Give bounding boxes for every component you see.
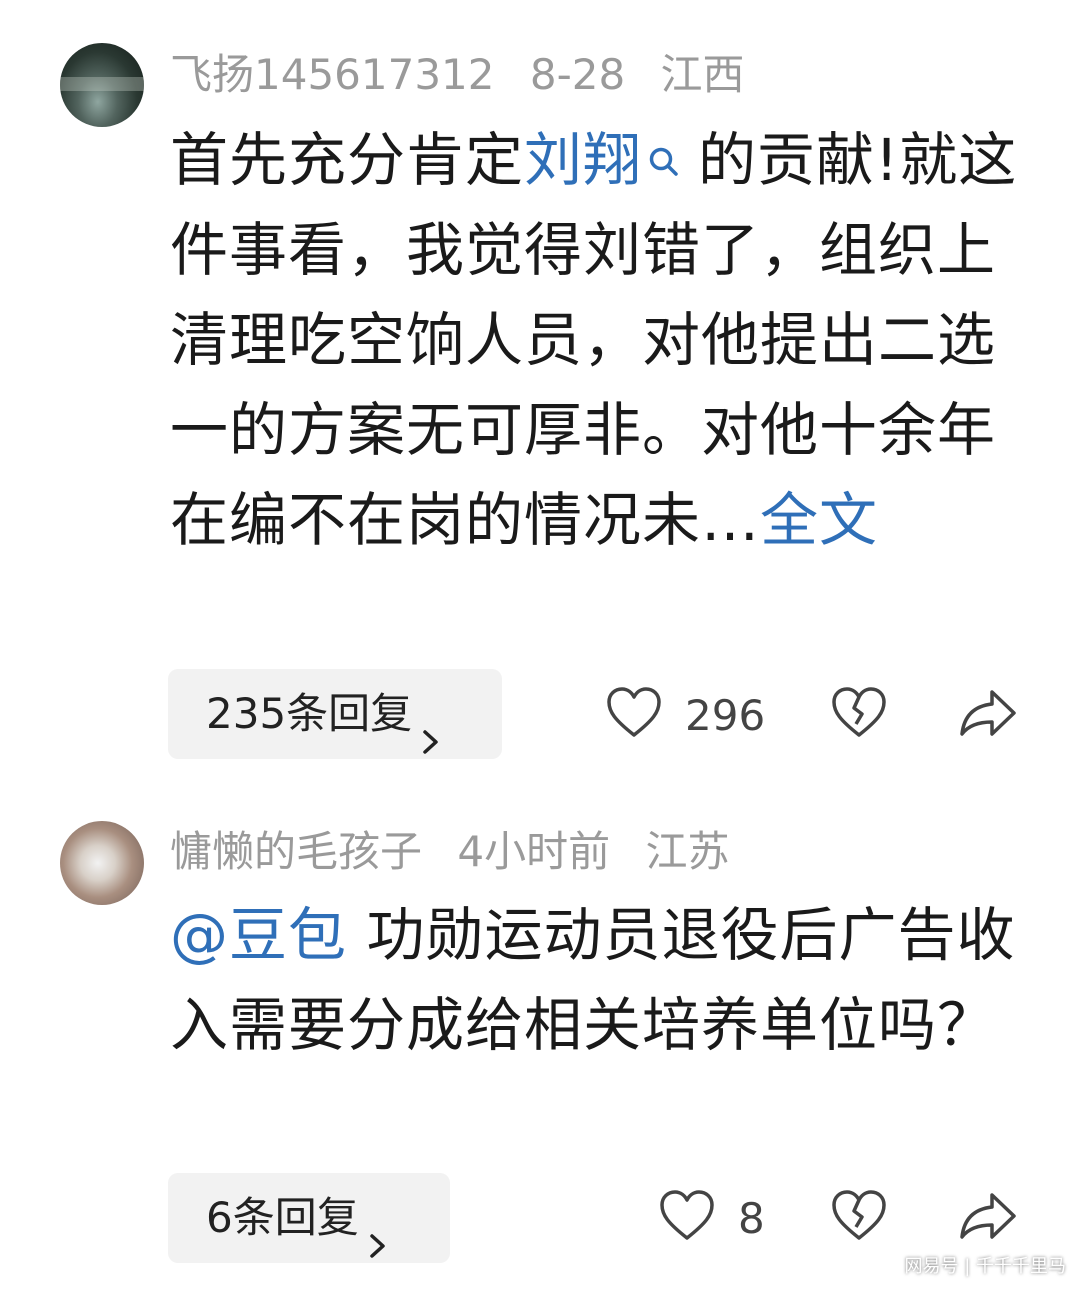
mention-link[interactable]: @豆包 [170,901,347,969]
comment-text: 首先充分肯定刘翔 的贡献!就这件事看，我觉得刘错了，组织上清理吃空饷人员，对他提出… [170,115,1020,565]
share-button[interactable] [958,1188,1018,1248]
broken-heart-icon [830,1189,888,1247]
comment-date: 8-28 [529,50,626,99]
chevron-right-icon [420,698,442,754]
view-replies-button[interactable]: 6条回复 [168,1173,450,1263]
heart-icon [658,1189,716,1247]
chevron-right-icon [367,1202,389,1258]
avatar[interactable] [60,43,144,127]
comment-text: @豆包 功勋运动员退役后广告收入需要分成给相关培养单位吗？ [170,901,1016,1059]
comment-location: 江西 [660,50,745,99]
search-icon[interactable] [648,121,680,176]
like-button[interactable]: 296 [605,685,765,745]
dislike-button[interactable] [830,1188,888,1248]
full-text-link[interactable]: 全文 [760,486,878,554]
view-replies-button[interactable]: 235条回复 [168,669,502,759]
keyword-link[interactable]: 刘翔 [524,126,642,194]
like-button[interactable]: 8 [658,1188,765,1248]
replies-label: 6条回复 [206,1193,359,1242]
like-count: 8 [738,1193,765,1243]
username[interactable]: 慵懒的毛孩子 [170,827,422,876]
dislike-button[interactable] [830,685,888,745]
share-icon [958,1189,1018,1247]
watermark: 网易号 | 千千千里马 [904,1256,1066,1277]
comment-date: 4小时前 [457,827,611,876]
heart-icon [605,686,663,744]
comment-meta: 飞扬145617312 8-28 江西 [170,45,767,105]
username[interactable]: 飞扬145617312 [170,50,495,99]
replies-label: 235条回复 [206,689,413,738]
share-button[interactable] [958,685,1018,745]
share-icon [958,686,1018,744]
comment-meta: 慵懒的毛孩子 4小时前 江苏 [170,822,751,882]
comment-location: 江苏 [645,827,730,876]
like-count: 296 [685,690,766,740]
broken-heart-icon [830,686,888,744]
avatar[interactable] [60,821,144,905]
